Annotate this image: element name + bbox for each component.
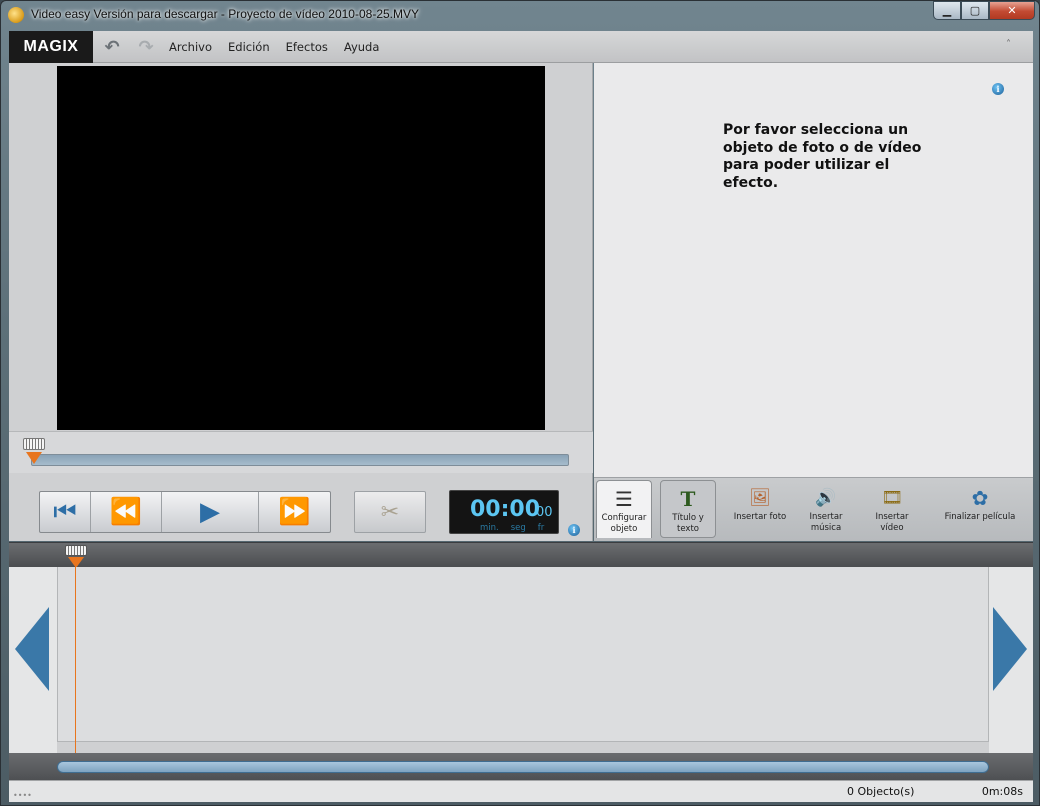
tab-label: Insertar música bbox=[809, 512, 843, 533]
timecode-label-min: min. bbox=[480, 523, 499, 533]
rewind-button[interactable]: ⏪ bbox=[91, 492, 162, 532]
play-button[interactable]: ▶ bbox=[162, 492, 259, 532]
menu-ayuda[interactable]: Ayuda bbox=[344, 40, 380, 54]
seek-slider-handle[interactable] bbox=[23, 438, 45, 450]
tab-label: Configurar objeto bbox=[601, 513, 647, 534]
info-icon[interactable]: i bbox=[992, 83, 1004, 95]
title-text-icon: T bbox=[680, 486, 696, 511]
title-bar[interactable]: Video easy Versión para descargar - Proy… bbox=[1, 1, 1039, 29]
storyboard-track bbox=[9, 567, 1033, 753]
redo-icon[interactable]: ↷ bbox=[135, 37, 157, 58]
timecode-frames: 00 bbox=[536, 505, 553, 520]
app-icon bbox=[8, 7, 24, 23]
tab-label: Finalizar película bbox=[944, 512, 1016, 522]
playhead-marker-icon bbox=[26, 452, 42, 464]
insert-photo-icon: 🖼 bbox=[749, 487, 771, 508]
insert-video-icon: 🎞 bbox=[881, 487, 903, 508]
tab-finalizar-pelicula[interactable]: ✿ Finalizar película bbox=[940, 480, 1020, 538]
tab-insertar-musica[interactable]: 🔊 Insertar música bbox=[798, 480, 854, 538]
collapse-icon[interactable]: ˄ bbox=[1006, 39, 1011, 50]
window-controls: ▁ ▢ ✕ bbox=[933, 1, 1035, 21]
skip-start-icon: ⏮ bbox=[53, 496, 77, 527]
sliders-icon: ☰ bbox=[615, 486, 633, 511]
video-monitor[interactable] bbox=[57, 66, 545, 430]
timecode-label-seg: seg bbox=[510, 523, 526, 533]
preview-panel: ⏮ ⏪ ▶ ⏩ ✂ 00:00 00 min. seg fr i bbox=[9, 63, 593, 541]
tool-tabs: ☰ Configurar objeto T Título y texto 🖼 I… bbox=[594, 477, 1033, 541]
timecode-value: 00:00 bbox=[470, 497, 541, 522]
tab-configurar-objeto[interactable]: ☰ Configurar objeto bbox=[596, 480, 652, 538]
cut-scene-button[interactable]: ✂ bbox=[354, 491, 426, 533]
seek-slider-track[interactable] bbox=[31, 454, 569, 466]
horizontal-scrollbar[interactable] bbox=[57, 761, 989, 773]
scroll-left-arrow-icon[interactable] bbox=[15, 607, 49, 691]
play-icon: ▶ bbox=[200, 497, 220, 527]
tab-insertar-video[interactable]: 🎞 Insertar vídeo bbox=[864, 480, 920, 538]
timecode-label-fr: fr bbox=[537, 523, 545, 533]
window-title: Video easy Versión para descargar - Proy… bbox=[31, 7, 420, 21]
menu-archivo[interactable]: Archivo bbox=[169, 40, 212, 54]
menu-bar: MAGIX ↶ ↷ Archivo Edición Efectos Ayuda … bbox=[9, 31, 1033, 63]
main-menu: Archivo Edición Efectos Ayuda bbox=[169, 40, 379, 54]
effects-panel: i Por favor selecciona un objeto de foto… bbox=[594, 63, 1033, 477]
tab-label: Título y texto bbox=[672, 513, 704, 534]
transport-controls: ⏮ ⏪ ▶ ⏩ bbox=[39, 491, 331, 533]
undo-icon[interactable]: ↶ bbox=[101, 37, 123, 58]
info-icon[interactable]: i bbox=[568, 524, 580, 536]
track-content[interactable] bbox=[57, 567, 989, 753]
finish-movie-icon: ✿ bbox=[971, 485, 989, 510]
horizontal-scroll-area bbox=[9, 753, 1033, 780]
tab-label: Insertar foto bbox=[733, 512, 787, 522]
effects-message: Por favor selecciona un objeto de foto o… bbox=[723, 122, 922, 191]
tab-titulo-texto[interactable]: T Título y texto bbox=[660, 480, 716, 538]
timecode-labels: min. seg fr bbox=[480, 523, 544, 533]
tab-label: Insertar vídeo bbox=[875, 512, 909, 533]
scissors-icon: ✂ bbox=[380, 499, 400, 525]
menu-efectos[interactable]: Efectos bbox=[286, 40, 328, 54]
fast-forward-icon: ⏩ bbox=[278, 497, 311, 527]
seek-area bbox=[9, 431, 593, 473]
close-button[interactable]: ✕ bbox=[989, 1, 1035, 20]
resize-grip-icon: •••• bbox=[13, 791, 32, 800]
timeline-ruler[interactable] bbox=[9, 542, 1033, 568]
magix-logo: MAGIX bbox=[9, 31, 93, 63]
scroll-right-arrow-icon[interactable] bbox=[993, 607, 1027, 691]
status-bar: •••• 0 Objecto(s) 0m:08s bbox=[9, 780, 1033, 802]
minimize-button[interactable]: ▁ bbox=[933, 1, 961, 20]
rewind-icon: ⏪ bbox=[109, 497, 143, 527]
insert-music-icon: 🔊 bbox=[815, 487, 837, 508]
tab-insertar-foto[interactable]: 🖼 Insertar foto bbox=[732, 480, 788, 538]
menu-edicion[interactable]: Edición bbox=[228, 40, 270, 54]
timeline-playhead-handle[interactable] bbox=[65, 545, 87, 556]
maximize-button[interactable]: ▢ bbox=[961, 1, 989, 20]
go-to-start-button[interactable]: ⏮ bbox=[40, 492, 91, 532]
fast-forward-button[interactable]: ⏩ bbox=[259, 492, 330, 532]
object-count: 0 Objecto(s) bbox=[847, 785, 915, 798]
project-duration: 0m:08s bbox=[981, 785, 1023, 798]
track-bottom-strip bbox=[57, 741, 989, 753]
app-window: Video easy Versión para descargar - Proy… bbox=[0, 0, 1040, 806]
timecode-display: 00:00 00 min. seg fr bbox=[449, 490, 559, 534]
playhead-line bbox=[75, 567, 76, 753]
